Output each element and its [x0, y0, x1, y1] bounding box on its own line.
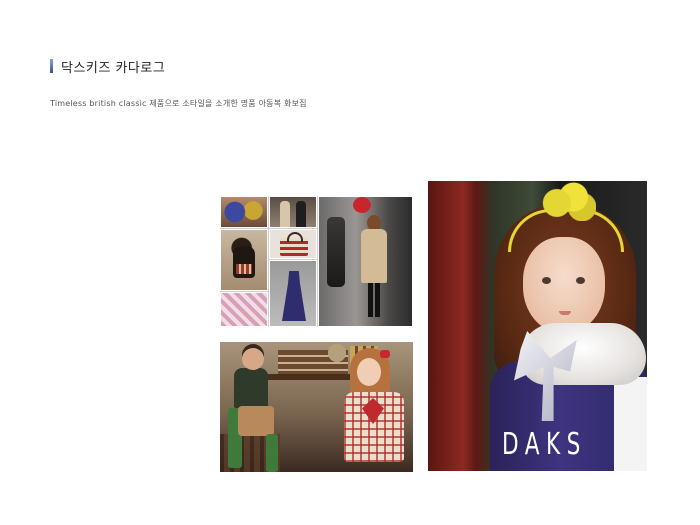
collage-tile-street [318, 196, 413, 327]
collage-tile-dress [269, 260, 317, 327]
kids-study-photo [220, 342, 413, 472]
collage-tile-fabric [220, 292, 268, 327]
page-subtitle: Timeless british classic 제품으로 소타일을 소개한 명… [50, 99, 307, 108]
page-title: 닥스키즈 카다로그 [61, 60, 166, 76]
page-title-bar: 닥스키즈 카다로그 [50, 58, 166, 76]
collage-tile-accessories [220, 196, 268, 228]
photo-girl [340, 348, 410, 472]
collage-photo [220, 196, 413, 327]
photo-boy [228, 348, 280, 472]
collage-tile-dog [220, 229, 268, 291]
brand-logo-text: DAKS [502, 427, 587, 462]
flower-headband [540, 181, 596, 221]
main-daks-photo: DAKS [428, 181, 647, 471]
title-accent-bar [50, 59, 53, 73]
collage-tile-people [269, 196, 317, 228]
collage-tile-bag [269, 229, 317, 259]
